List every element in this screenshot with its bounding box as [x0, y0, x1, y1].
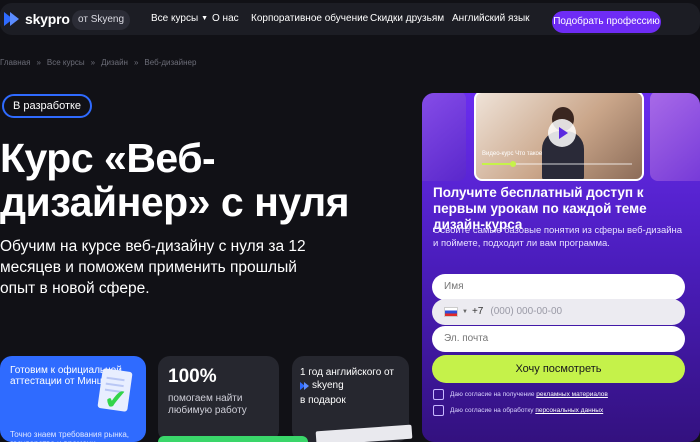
consent-ads-prefix: Даю согласие на получение — [450, 391, 535, 398]
submit-button[interactable]: Хочу посмотреть — [432, 355, 685, 383]
breadcrumb-separator: » — [90, 58, 96, 67]
video-progress-fill — [482, 163, 512, 165]
consent-data-link[interactable]: персональных данных — [535, 407, 603, 414]
nav-corporate[interactable]: Корпоративное обучение — [251, 13, 368, 24]
nav-about[interactable]: О нас — [212, 13, 239, 24]
video-progress-bar[interactable] — [482, 161, 632, 167]
consent-data-checkbox[interactable] — [433, 405, 444, 416]
russia-flag-icon[interactable] — [444, 307, 458, 317]
nav-all-courses-label: Все курсы — [151, 13, 199, 24]
consent-personal-data: Даю согласие на обработку персональных д… — [433, 405, 603, 416]
in-development-badge: В разработке — [2, 94, 93, 118]
job-percent: 100% — [168, 366, 217, 387]
hero-lead: Обучим на курсе веб-дизайну с нуля за 12… — [0, 238, 306, 297]
english-gift-text: 1 год английского от skyeng в подарок — [300, 366, 404, 407]
breadcrumb: Главная » Все курсы » Дизайн » Веб-дизайнер — [0, 58, 196, 67]
panel-description: Освоите самые базовые понятия из сферы в… — [433, 225, 683, 249]
skyeng-logo-text: skyeng — [312, 380, 344, 391]
nav-friend-discounts[interactable]: Скидки друзьям — [370, 13, 444, 24]
choose-profession-button[interactable]: Подобрать профессию — [552, 11, 661, 33]
breadcrumb-home[interactable]: Главная — [0, 58, 30, 67]
nav-all-courses[interactable]: Все курсы ▼ — [151, 13, 208, 24]
consent-ads-checkbox[interactable] — [433, 389, 444, 400]
phone-placeholder: (000) 000-00-00 — [490, 306, 563, 317]
breadcrumb-design[interactable]: Дизайн — [101, 58, 128, 67]
logo-arrow-icon — [4, 11, 22, 27]
attestation-card: Готовим к официальной аттестации от Минц… — [0, 356, 146, 442]
breadcrumb-current: Веб-дизайнер — [144, 58, 197, 67]
checkmark-icon: ✔ — [104, 384, 128, 415]
video-caption: Видео-курс Что такое — [482, 151, 543, 157]
consent-ads: Даю согласие на получение рекламных мате… — [433, 389, 608, 400]
breadcrumb-separator: » — [36, 58, 41, 67]
video-thumbnail-right[interactable] — [650, 93, 700, 181]
video-progress-handle[interactable] — [510, 161, 516, 167]
job-card: 100% помогаем найти любимую работу — [158, 356, 279, 442]
email-input[interactable] — [432, 326, 685, 352]
phone-input[interactable]: ▼ +7 (000) 000-00-00 — [432, 299, 685, 325]
consent-ads-text: Даю согласие на получение рекламных мате… — [450, 391, 608, 398]
attestation-subtitle: Точно знаем требования рынка, государств… — [10, 430, 130, 442]
green-card-edge — [158, 436, 308, 442]
consent-data-text: Даю согласие на обработку персональных д… — [450, 407, 603, 414]
video-thumbnail-main[interactable]: Видео-курс Что такое — [474, 93, 644, 181]
phone-country-code: +7 — [471, 306, 484, 317]
skyeng-logo: skyeng — [300, 379, 344, 392]
from-skyeng-badge[interactable]: от Skyeng — [72, 10, 131, 30]
play-icon[interactable] — [548, 119, 576, 147]
consent-data-prefix: Даю согласие на обработку — [450, 407, 534, 414]
nav-english[interactable]: Английский язык — [452, 13, 530, 24]
page-title: Курс «Веб-дизайнер» с нуля — [0, 135, 350, 225]
video-thumbnail-left[interactable] — [422, 93, 466, 181]
chevron-down-icon[interactable]: ▼ — [462, 299, 468, 325]
name-input[interactable] — [432, 274, 685, 300]
chevron-down-icon: ▼ — [201, 15, 209, 22]
job-text: помогаем найти любимую работу — [168, 393, 247, 416]
english-gift-pre: 1 год английского от — [300, 367, 394, 378]
consent-ads-link[interactable]: рекламных материалов — [536, 391, 608, 398]
logo-text: skypro — [25, 11, 70, 27]
breadcrumb-separator: » — [133, 58, 139, 67]
free-lessons-panel: Видео-курс Что такое Получите бесплатный… — [422, 93, 700, 442]
english-gift-post: в подарок — [300, 394, 346, 406]
skypro-logo[interactable]: skypro — [4, 11, 70, 27]
skyeng-arrow-icon — [300, 381, 310, 390]
breadcrumb-all-courses[interactable]: Все курсы — [47, 58, 85, 67]
site-header: skypro от Skyeng Все курсы ▼ О нас Корпор… — [0, 3, 700, 35]
